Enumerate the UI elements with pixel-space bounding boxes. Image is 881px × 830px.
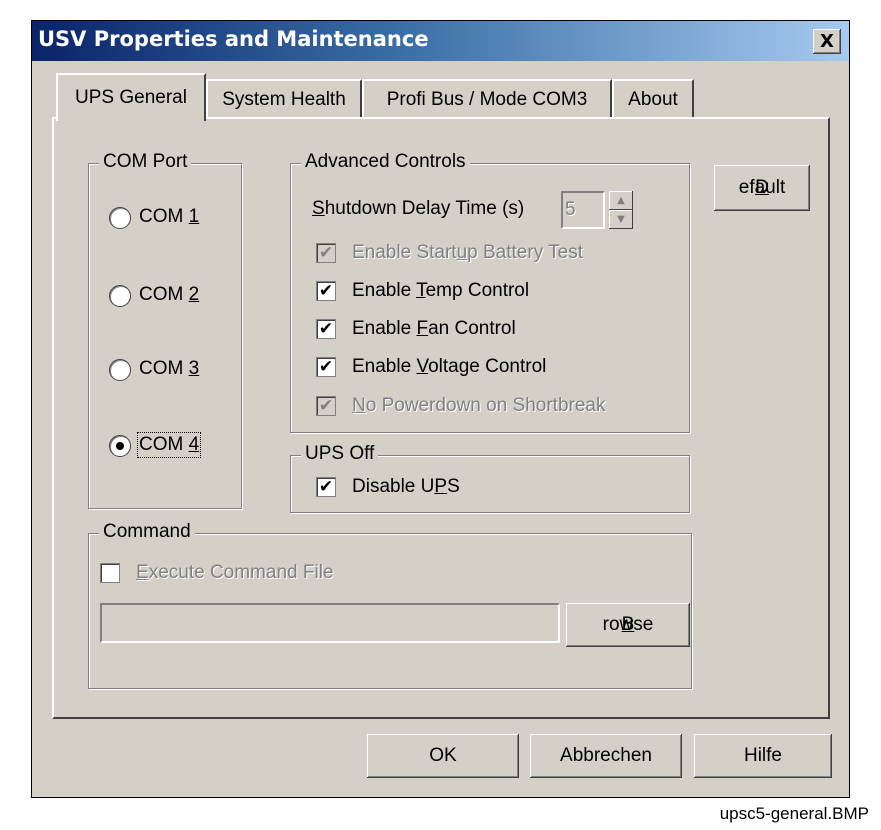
- startup-battery-test-label[interactable]: Enable Startup Battery Test: [352, 242, 583, 264]
- execute-command-checkbox[interactable]: [100, 563, 120, 583]
- no-powerdown-checkbox[interactable]: ✔: [316, 396, 336, 416]
- execute-command-label[interactable]: Execute Command File: [136, 562, 333, 584]
- tab-label: Profi Bus / Mode COM3: [386, 89, 588, 110]
- temp-control-label[interactable]: Enable Temp Control: [352, 280, 529, 302]
- fan-control-label[interactable]: Enable Fan Control: [352, 318, 516, 340]
- title-bar[interactable]: USV Properties and Maintenance X: [32, 21, 849, 61]
- image-caption: upsc5-general.BMP: [719, 804, 869, 823]
- spin-down-arrow-icon[interactable]: ▼: [609, 210, 633, 229]
- spin-up-arrow-icon[interactable]: ▲: [609, 191, 633, 210]
- tab-profi-bus[interactable]: Profi Bus / Mode COM3: [362, 79, 612, 119]
- help-button[interactable]: Hilfe: [694, 734, 832, 778]
- shutdown-delay-label: Shutdown Delay Time (s): [312, 198, 525, 219]
- com-port-legend: COM Port: [99, 151, 192, 173]
- voltage-control-label[interactable]: Enable Voltage Control: [352, 356, 546, 378]
- default-button[interactable]: Default: [714, 165, 810, 211]
- advanced-controls-legend: Advanced Controls: [301, 151, 470, 173]
- ups-off-legend: UPS Off: [301, 443, 379, 465]
- tab-label: System Health: [222, 89, 346, 110]
- tab-label: UPS General: [75, 87, 187, 108]
- shutdown-delay-input[interactable]: 5: [561, 191, 605, 229]
- fan-control-checkbox[interactable]: ✔: [316, 319, 336, 339]
- cancel-button-label: Abbrechen: [560, 745, 652, 766]
- command-legend: Command: [99, 521, 195, 543]
- com3-label[interactable]: COM 3: [139, 358, 199, 380]
- com4-label[interactable]: COM 4: [136, 432, 202, 458]
- no-powerdown-label[interactable]: No Powerdown on Shortbreak: [352, 395, 606, 417]
- close-button[interactable]: X: [813, 29, 841, 54]
- com2-radio[interactable]: [109, 285, 131, 307]
- startup-battery-test-checkbox[interactable]: ✔: [316, 243, 336, 263]
- temp-control-checkbox[interactable]: ✔: [316, 281, 336, 301]
- tab-label: About: [628, 89, 678, 110]
- disable-ups-label[interactable]: Disable UPS: [352, 476, 460, 498]
- window-title: USV Properties and Maintenance: [38, 27, 429, 51]
- disable-ups-checkbox[interactable]: ✔: [316, 477, 336, 497]
- ups-off-group: UPS Off: [290, 443, 690, 513]
- tab-ups-general[interactable]: UPS General: [56, 73, 206, 121]
- properties-dialog: USV Properties and Maintenance X UPS Gen…: [32, 21, 849, 797]
- com4-radio[interactable]: [109, 435, 131, 457]
- voltage-control-checkbox[interactable]: ✔: [316, 357, 336, 377]
- browse-button[interactable]: Browse: [566, 603, 690, 647]
- cancel-button[interactable]: Abbrechen: [530, 734, 682, 778]
- command-file-path-input[interactable]: [100, 603, 560, 643]
- com3-radio[interactable]: [109, 359, 131, 381]
- shutdown-delay-value: 5: [565, 199, 576, 220]
- com2-label[interactable]: COM 2: [139, 284, 199, 306]
- ok-button[interactable]: OK: [367, 734, 519, 778]
- ok-button-label: OK: [429, 745, 457, 766]
- tab-system-health[interactable]: System Health: [206, 79, 362, 119]
- com1-radio[interactable]: [109, 207, 131, 229]
- help-button-label: Hilfe: [743, 745, 782, 766]
- tab-about[interactable]: About: [612, 79, 694, 119]
- com1-label[interactable]: COM 1: [139, 206, 199, 228]
